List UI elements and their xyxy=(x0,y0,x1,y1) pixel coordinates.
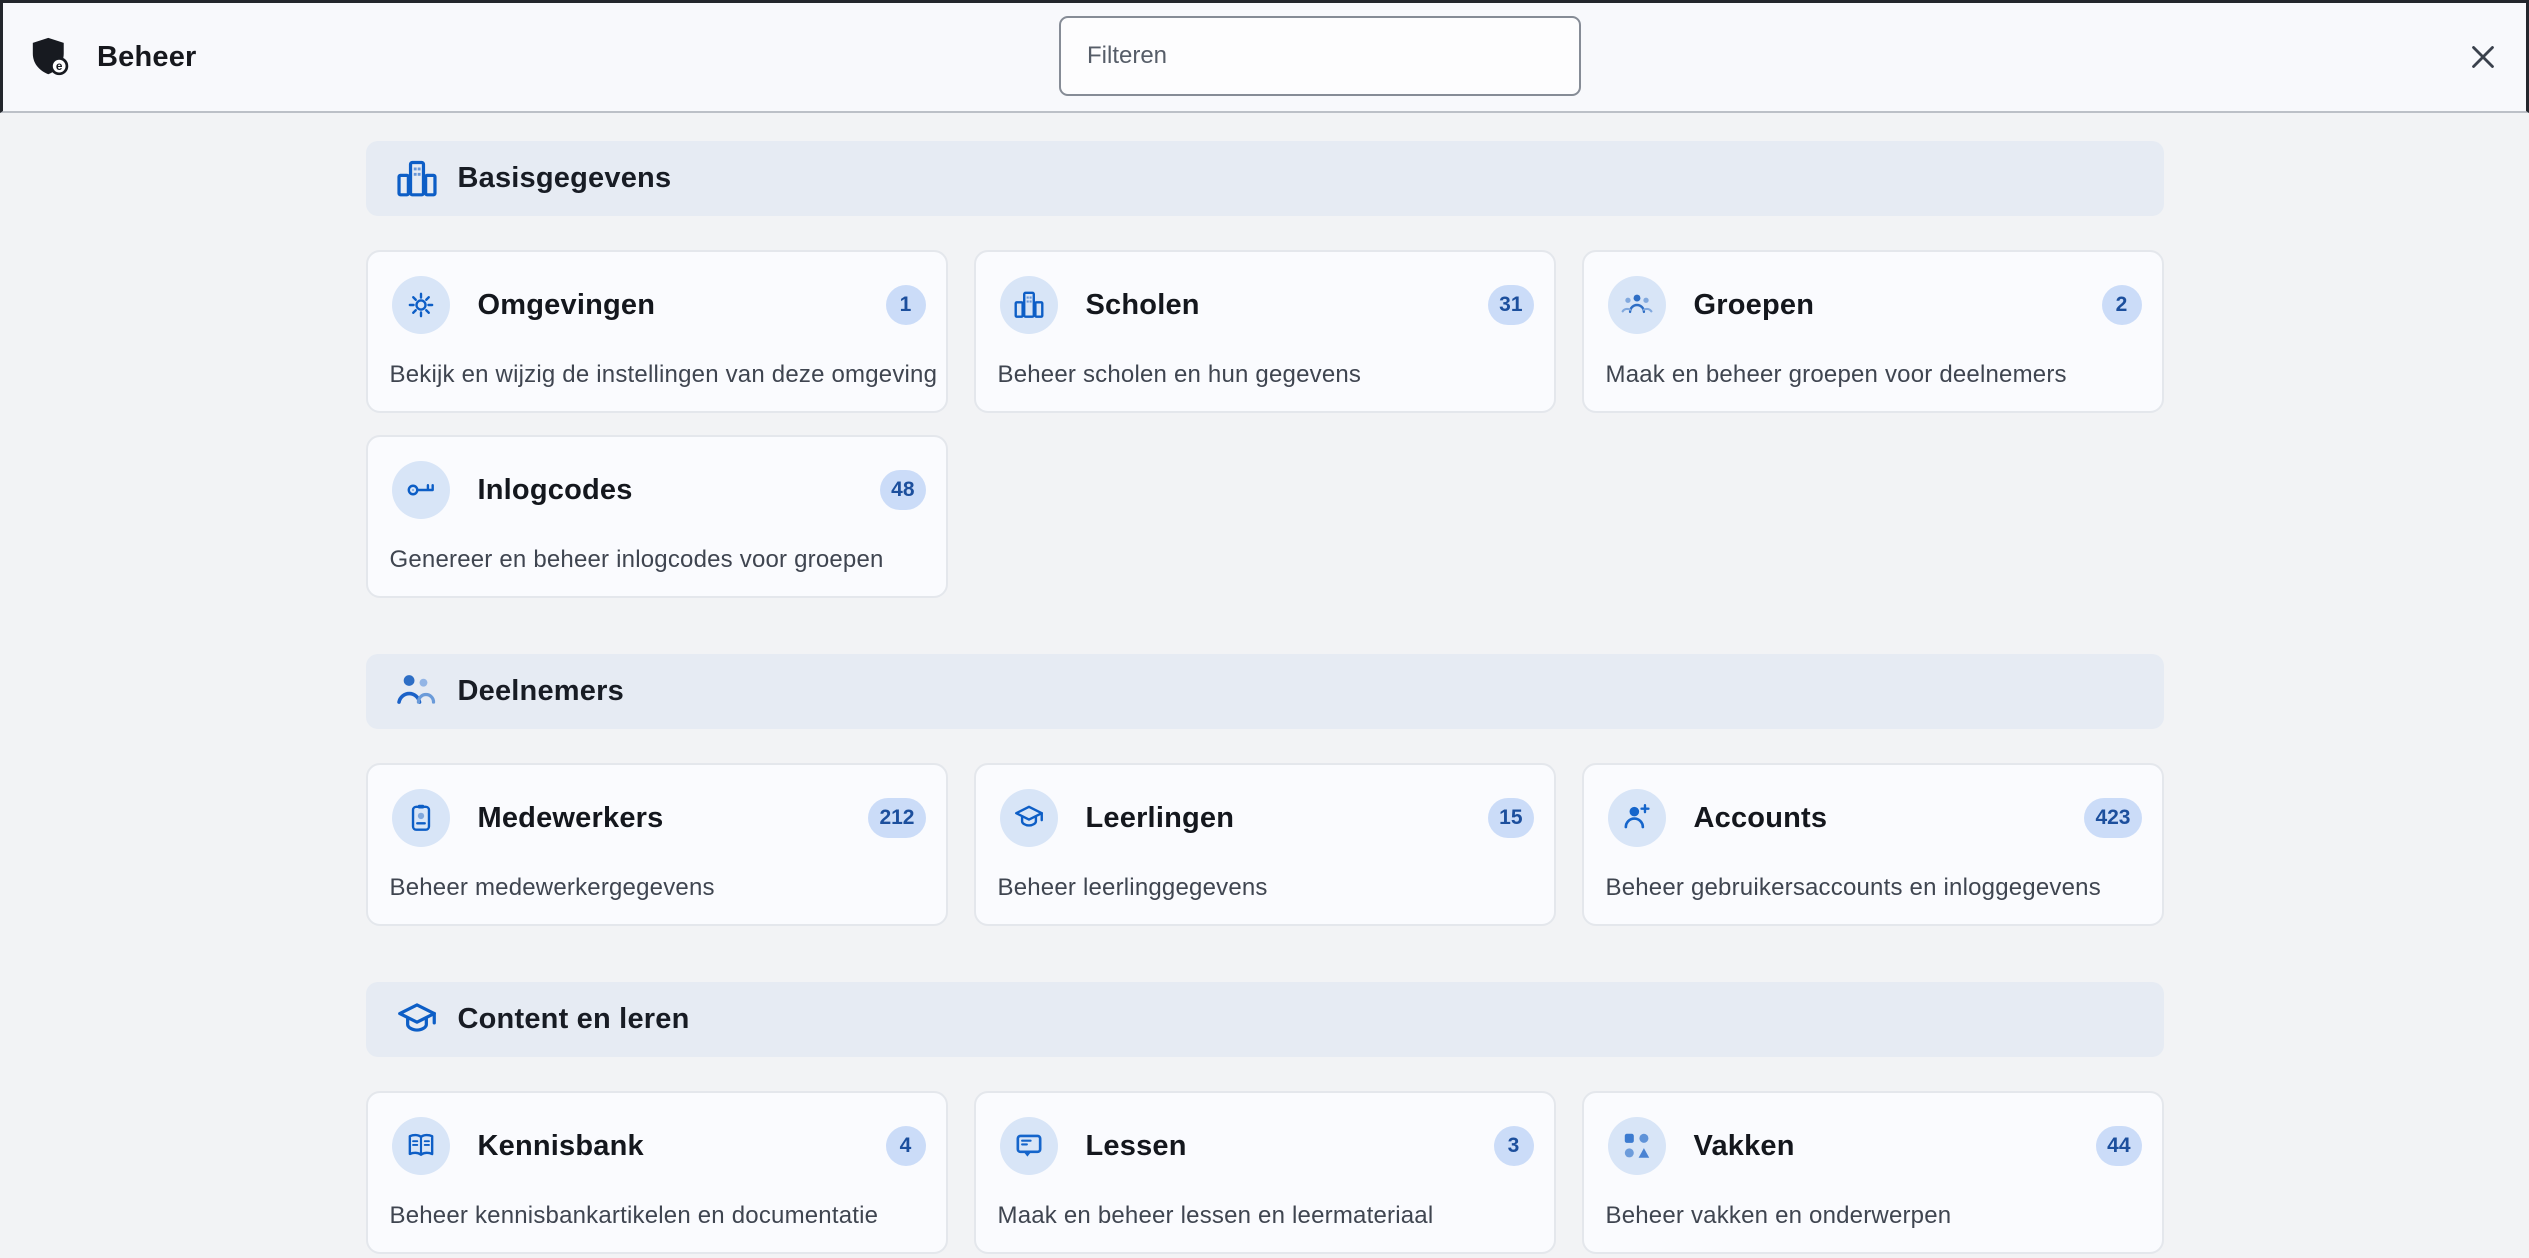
card-title: Scholen xyxy=(1086,289,1489,322)
section-title: Content en leren xyxy=(458,1003,690,1036)
count-badge: 3 xyxy=(1494,1126,1534,1166)
section-deelnemers: Deelnemers Medewerkers 212 Beheer medewe… xyxy=(366,654,2164,926)
card-header-row: Kennisbank 4 xyxy=(392,1117,926,1175)
shapes-icon xyxy=(1608,1117,1666,1175)
sections-container: Basisgegevens Omgevingen 1 Bekijk en wij… xyxy=(366,113,2164,1254)
count-badge: 15 xyxy=(1488,798,1533,838)
app-branding: e Beheer xyxy=(3,3,197,111)
filter-input[interactable] xyxy=(1059,16,1581,96)
card-lessen[interactable]: Lessen 3 Maak en beheer lessen en leerma… xyxy=(974,1091,1556,1254)
open-book-icon xyxy=(392,1117,450,1175)
card-grid: Medewerkers 212 Beheer medewerkergegeven… xyxy=(366,763,2164,926)
section-header-basisgegevens: Basisgegevens xyxy=(366,141,2164,216)
shield-logo-icon: e xyxy=(31,35,71,79)
card-description: Beheer medewerkergegevens xyxy=(390,874,715,902)
card-header-row: Scholen 31 xyxy=(1000,276,1534,334)
top-bar: e Beheer xyxy=(0,3,2529,113)
sun-icon xyxy=(392,276,450,334)
card-description: Beheer leerlinggegevens xyxy=(998,874,1268,902)
card-groepen[interactable]: Groepen 2 Maak en beheer groepen voor de… xyxy=(1582,250,2164,413)
card-inlogcodes[interactable]: Inlogcodes 48 Genereer en beheer inlogco… xyxy=(366,435,948,598)
card-medewerkers[interactable]: Medewerkers 212 Beheer medewerkergegeven… xyxy=(366,763,948,926)
person-plus-icon xyxy=(1608,789,1666,847)
card-title: Medewerkers xyxy=(478,802,869,835)
section-basisgegevens: Basisgegevens Omgevingen 1 Bekijk en wij… xyxy=(366,141,2164,598)
card-description: Beheer gebruikersaccounts en inloggegeve… xyxy=(1606,874,2101,902)
close-icon xyxy=(2466,40,2500,77)
count-badge: 44 xyxy=(2096,1126,2141,1166)
section-content-en-leren: Content en leren Kennisbank 4 Beheer ken… xyxy=(366,982,2164,1254)
card-header-row: Lessen 3 xyxy=(1000,1117,1534,1175)
close-button[interactable] xyxy=(2455,30,2511,86)
card-header-row: Leerlingen 15 xyxy=(1000,789,1534,847)
card-title: Groepen xyxy=(1694,289,2102,322)
card-grid: Omgevingen 1 Bekijk en wijzig de instell… xyxy=(366,250,2164,598)
card-title: Leerlingen xyxy=(1086,802,1489,835)
count-badge: 31 xyxy=(1488,285,1533,325)
page-title: Beheer xyxy=(97,41,197,74)
card-header-row: Medewerkers 212 xyxy=(392,789,926,847)
card-leerlingen[interactable]: Leerlingen 15 Beheer leerlinggegevens xyxy=(974,763,1556,926)
card-title: Vakken xyxy=(1694,1130,2097,1163)
building-icon xyxy=(1000,276,1058,334)
card-kennisbank[interactable]: Kennisbank 4 Beheer kennisbankartikelen … xyxy=(366,1091,948,1254)
card-description: Bekijk en wijzig de instellingen van dez… xyxy=(390,361,938,389)
card-description: Beheer kennisbankartikelen en documentat… xyxy=(390,1202,879,1230)
presentation-icon xyxy=(1000,1117,1058,1175)
count-badge: 212 xyxy=(868,798,925,838)
count-badge: 4 xyxy=(886,1126,926,1166)
count-badge: 48 xyxy=(880,470,925,510)
card-title: Omgevingen xyxy=(478,289,886,322)
graduation-cap-icon xyxy=(394,997,440,1043)
section-title: Basisgegevens xyxy=(458,162,672,195)
count-badge: 2 xyxy=(2102,285,2142,325)
building-icon xyxy=(394,156,440,202)
card-header-row: Accounts 423 xyxy=(1608,789,2142,847)
card-title: Inlogcodes xyxy=(478,474,881,507)
card-title: Kennisbank xyxy=(478,1130,886,1163)
card-description: Maak en beheer lessen en leermateriaal xyxy=(998,1202,1434,1230)
card-description: Maak en beheer groepen voor deelnemers xyxy=(1606,361,2067,389)
card-scholen[interactable]: Scholen 31 Beheer scholen en hun gegeven… xyxy=(974,250,1556,413)
card-header-row: Vakken 44 xyxy=(1608,1117,2142,1175)
section-header-deelnemers: Deelnemers xyxy=(366,654,2164,729)
card-omgevingen[interactable]: Omgevingen 1 Bekijk en wijzig de instell… xyxy=(366,250,948,413)
card-grid: Kennisbank 4 Beheer kennisbankartikelen … xyxy=(366,1091,2164,1254)
content-area: Basisgegevens Omgevingen 1 Bekijk en wij… xyxy=(0,113,2529,1256)
card-header-row: Inlogcodes 48 xyxy=(392,461,926,519)
group-icon xyxy=(1608,276,1666,334)
section-title: Deelnemers xyxy=(458,675,624,708)
people-icon xyxy=(394,669,440,715)
card-accounts[interactable]: Accounts 423 Beheer gebruikersaccounts e… xyxy=(1582,763,2164,926)
graduation-cap-icon xyxy=(1000,789,1058,847)
card-description: Genereer en beheer inlogcodes voor groep… xyxy=(390,546,884,574)
key-icon xyxy=(392,461,450,519)
card-description: Beheer vakken en onderwerpen xyxy=(1606,1202,1952,1230)
id-badge-icon xyxy=(392,789,450,847)
card-vakken[interactable]: Vakken 44 Beheer vakken en onderwerpen xyxy=(1582,1091,2164,1254)
count-badge: 423 xyxy=(2084,798,2141,838)
card-header-row: Groepen 2 xyxy=(1608,276,2142,334)
card-title: Lessen xyxy=(1086,1130,1494,1163)
svg-text:e: e xyxy=(56,59,63,73)
count-badge: 1 xyxy=(886,285,926,325)
card-description: Beheer scholen en hun gegevens xyxy=(998,361,1362,389)
section-header-content-en-leren: Content en leren xyxy=(366,982,2164,1057)
card-title: Accounts xyxy=(1694,802,2085,835)
card-header-row: Omgevingen 1 xyxy=(392,276,926,334)
